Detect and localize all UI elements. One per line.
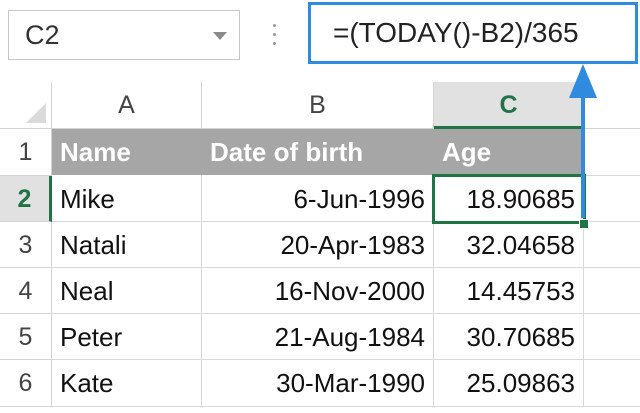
row-header-3[interactable]: 3 — [0, 222, 52, 268]
empty-cell[interactable] — [584, 360, 640, 407]
cell-age[interactable]: 32.04658 — [434, 222, 584, 268]
select-all-icon — [26, 103, 46, 123]
cell-date-of-birth[interactable]: 16-Nov-2000 — [202, 268, 434, 314]
column-header-c[interactable]: C — [434, 82, 584, 129]
selected-cell-age[interactable]: 18.90685 — [432, 174, 586, 224]
column-header-b[interactable]: B — [202, 82, 434, 129]
empty-cell[interactable] — [584, 314, 640, 360]
name-box-value: C2 — [25, 20, 60, 50]
row-header-5[interactable]: 5 — [0, 314, 52, 360]
cell-age[interactable]: 30.70685 — [434, 314, 584, 360]
formula-text: =(TODAY()-B2)/365 — [333, 17, 579, 48]
empty-cell[interactable] — [586, 176, 640, 222]
cell-date-of-birth[interactable]: 20-Apr-1983 — [202, 222, 434, 268]
cell-date-of-birth[interactable]: 6-Jun-1996 — [202, 176, 434, 222]
formula-input[interactable]: =(TODAY()-B2)/365 — [308, 2, 638, 64]
more-options-icon[interactable] — [272, 20, 278, 50]
row-header-2[interactable]: 2 — [0, 176, 52, 222]
cell-date-of-birth[interactable]: 21-Aug-1984 — [202, 314, 434, 360]
cell-date-of-birth[interactable]: 30-Mar-1990 — [202, 360, 434, 407]
cell-name[interactable]: Kate — [52, 360, 202, 407]
empty-cell[interactable] — [584, 268, 640, 314]
cell-name[interactable]: Neal — [52, 268, 202, 314]
cell-age[interactable]: 25.09863 — [434, 360, 584, 407]
empty-cell[interactable] — [584, 222, 640, 268]
worksheet-grid: A B C 1 2 3 4 5 6 Name Date of birth Age… — [0, 82, 640, 413]
cell-age[interactable]: 14.45753 — [434, 268, 584, 314]
column-header-blank[interactable] — [584, 82, 640, 129]
spreadsheet-window: C2 =(TODAY()-B2)/365 A B C 1 2 3 4 5 6 N… — [0, 0, 640, 413]
fill-handle[interactable] — [579, 219, 589, 229]
select-all-button[interactable] — [0, 82, 52, 129]
cell-name[interactable]: Mike — [52, 176, 202, 222]
name-box[interactable]: C2 — [8, 10, 240, 60]
cell-name[interactable]: Peter — [52, 314, 202, 360]
formula-bar-strip: C2 =(TODAY()-B2)/365 — [0, 0, 640, 80]
chevron-down-icon[interactable] — [213, 32, 227, 40]
header-cell-name[interactable]: Name — [52, 129, 202, 176]
header-cell-age[interactable]: Age — [434, 129, 584, 176]
row-header-6[interactable]: 6 — [0, 360, 52, 407]
cell-name[interactable]: Natali — [52, 222, 202, 268]
header-cell-date-of-birth[interactable]: Date of birth — [202, 129, 434, 176]
row-header-4[interactable]: 4 — [0, 268, 52, 314]
row-header-1[interactable]: 1 — [0, 129, 52, 176]
column-header-a[interactable]: A — [52, 82, 202, 129]
empty-cell[interactable] — [584, 129, 640, 176]
